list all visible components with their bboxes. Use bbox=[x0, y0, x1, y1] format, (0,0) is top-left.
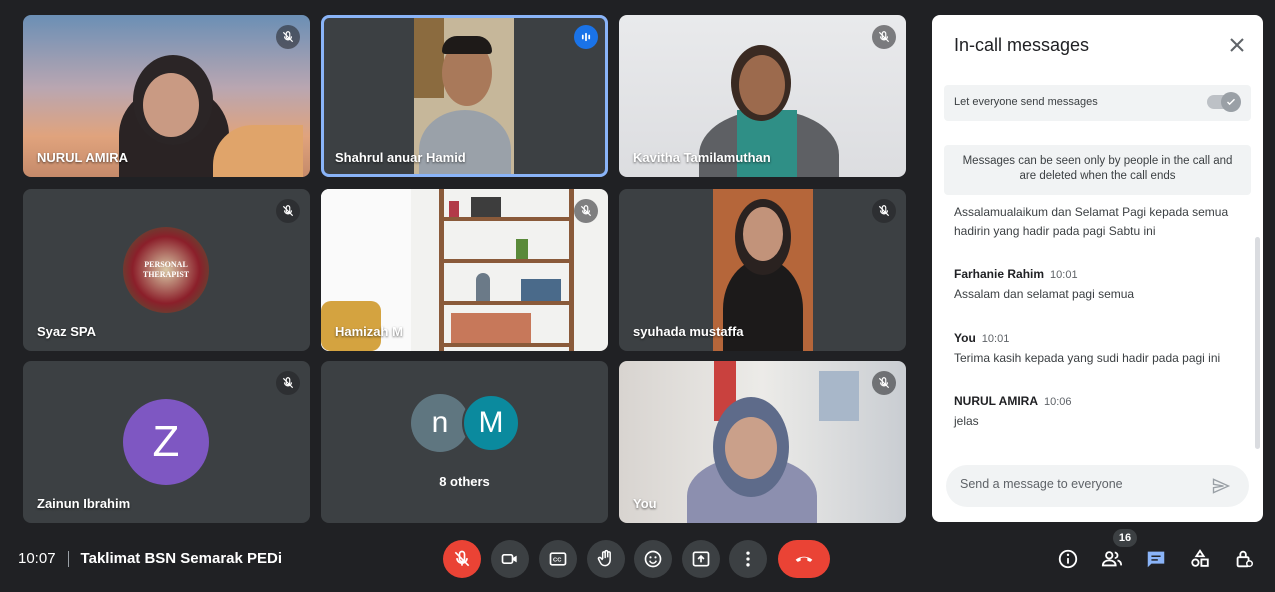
mic-off-icon bbox=[276, 371, 300, 395]
svg-text:CC: CC bbox=[553, 558, 562, 564]
host-controls-button[interactable] bbox=[1231, 546, 1257, 572]
avatar: Z bbox=[123, 399, 209, 485]
message-text: Assalamualaikum dan Selamat Pagi kepada … bbox=[954, 205, 1229, 238]
chat-panel: In-call messages Let everyone send messa… bbox=[932, 15, 1263, 522]
end-call-icon bbox=[795, 556, 813, 562]
participant-name: Zainun Ibrahim bbox=[37, 496, 131, 511]
send-icon[interactable] bbox=[1211, 476, 1231, 496]
participant-tile[interactable]: Z Zainun Ibrahim bbox=[23, 361, 310, 523]
participant-name: Shahrul anuar Hamid bbox=[335, 150, 466, 165]
participant-name: You bbox=[633, 496, 657, 511]
mic-off-icon bbox=[276, 25, 300, 49]
present-button[interactable] bbox=[682, 540, 720, 578]
chat-notice: Messages can be seen only by people in t… bbox=[944, 145, 1251, 195]
avatar-letter: n bbox=[431, 406, 449, 439]
meet-window: NURUL AMIRA Shahrul anuar Hamid Kavitha … bbox=[0, 0, 1275, 592]
participant-tile[interactable]: Hamizah M bbox=[321, 189, 608, 351]
avatar-text: PERSONAL THERAPIST bbox=[142, 260, 190, 279]
participant-name: NURUL AMIRA bbox=[37, 150, 128, 165]
mic-toggle-button[interactable] bbox=[443, 540, 481, 578]
check-icon bbox=[1221, 92, 1241, 112]
message-text: Assalam dan selamat pagi semua bbox=[954, 287, 1135, 301]
meeting-info: 10:07 Taklimat BSN Semarak PEDi bbox=[18, 550, 282, 567]
message-sender: NURUL AMIRA bbox=[954, 394, 1038, 408]
avatar: n bbox=[411, 394, 469, 452]
camera-icon bbox=[501, 554, 517, 564]
chat-message: NURUL AMIRA 10:06 jelas bbox=[954, 392, 1244, 431]
mic-off-icon bbox=[872, 199, 896, 223]
hand-icon bbox=[597, 549, 611, 567]
chat-message: Assalamualaikum dan Selamat Pagi kepada … bbox=[954, 203, 1244, 241]
send-permission-row: Let everyone send messages bbox=[944, 85, 1251, 121]
participant-tile[interactable]: Shahrul anuar Hamid bbox=[321, 15, 608, 177]
divider bbox=[67, 550, 69, 567]
info-icon bbox=[1058, 549, 1078, 569]
message-time: 10:06 bbox=[1044, 396, 1072, 408]
info-button[interactable] bbox=[1055, 546, 1081, 572]
mic-off-icon bbox=[276, 199, 300, 223]
more-options-button[interactable] bbox=[729, 540, 767, 578]
send-permission-toggle[interactable] bbox=[1207, 92, 1241, 112]
present-icon bbox=[692, 551, 710, 567]
raise-hand-button[interactable] bbox=[587, 540, 625, 578]
message-text: jelas bbox=[954, 414, 979, 428]
bottom-bar: 10:07 Taklimat BSN Semarak PEDi CC bbox=[0, 530, 1275, 592]
chat-message: Farhanie Rahim 10:01 Assalam dan selamat … bbox=[954, 265, 1244, 304]
participant-name: Hamizah M bbox=[335, 324, 403, 339]
message-text: Terima kasih kepada yang sudi hadir pada… bbox=[954, 351, 1221, 365]
chat-icon bbox=[1147, 551, 1165, 568]
avatar: M bbox=[462, 394, 520, 452]
leave-call-button[interactable] bbox=[778, 540, 830, 578]
people-count-badge: 16 bbox=[1113, 529, 1137, 547]
emoji-button[interactable] bbox=[634, 540, 672, 578]
message-time: 10:01 bbox=[981, 333, 1010, 345]
meeting-title: Taklimat BSN Semarak PEDi bbox=[80, 550, 283, 567]
meeting-time: 10:07 bbox=[18, 550, 56, 567]
others-count: 8 others bbox=[439, 474, 490, 489]
people-button[interactable] bbox=[1099, 546, 1125, 572]
mic-off-icon bbox=[872, 25, 896, 49]
participant-tile[interactable]: syuhada mustaffa bbox=[619, 189, 906, 351]
participant-tile[interactable]: PERSONAL THERAPIST Syaz SPA bbox=[23, 189, 310, 351]
speaking-indicator-icon bbox=[574, 25, 598, 49]
close-icon[interactable] bbox=[1227, 35, 1247, 55]
mic-off-icon bbox=[574, 199, 598, 223]
avatar: PERSONAL THERAPIST bbox=[123, 227, 209, 313]
participant-tile[interactable]: NURUL AMIRA bbox=[23, 15, 310, 177]
people-icon bbox=[1101, 551, 1123, 567]
panel-title: In-call messages bbox=[954, 35, 1090, 55]
participant-name: Kavitha Tamilamuthan bbox=[633, 150, 771, 165]
message-sender: Farhanie Rahim bbox=[954, 267, 1045, 281]
participant-name: Syaz SPA bbox=[37, 324, 97, 339]
camera-toggle-button[interactable] bbox=[491, 540, 529, 578]
self-tile[interactable]: You bbox=[619, 361, 906, 523]
avatar-letter: Z bbox=[152, 417, 180, 466]
toggle-label: Let everyone send messages bbox=[954, 96, 1098, 108]
activities-button[interactable] bbox=[1187, 546, 1213, 572]
mic-off-icon bbox=[872, 371, 896, 395]
more-icon bbox=[746, 551, 750, 567]
avatar-letter: M bbox=[478, 406, 504, 439]
mic-off-icon bbox=[454, 550, 470, 567]
chat-scrollbar[interactable] bbox=[1255, 237, 1260, 449]
message-input-box bbox=[946, 465, 1249, 507]
captions-icon: CC bbox=[549, 552, 567, 566]
lock-person-icon bbox=[1236, 550, 1253, 568]
message-input[interactable] bbox=[960, 477, 1200, 491]
chat-button[interactable] bbox=[1143, 546, 1169, 572]
others-tile[interactable]: n M 8 others bbox=[321, 361, 608, 523]
participant-name: syuhada mustaffa bbox=[633, 324, 744, 339]
message-sender: You bbox=[954, 331, 976, 345]
participant-tile[interactable]: Kavitha Tamilamuthan bbox=[619, 15, 906, 177]
activities-icon bbox=[1191, 549, 1209, 567]
message-time: 10:01 bbox=[1050, 269, 1078, 281]
chat-message: You 10:01 Terima kasih kepada yang sudi h… bbox=[954, 329, 1244, 368]
emoji-icon bbox=[644, 550, 662, 568]
captions-button[interactable]: CC bbox=[539, 540, 577, 578]
